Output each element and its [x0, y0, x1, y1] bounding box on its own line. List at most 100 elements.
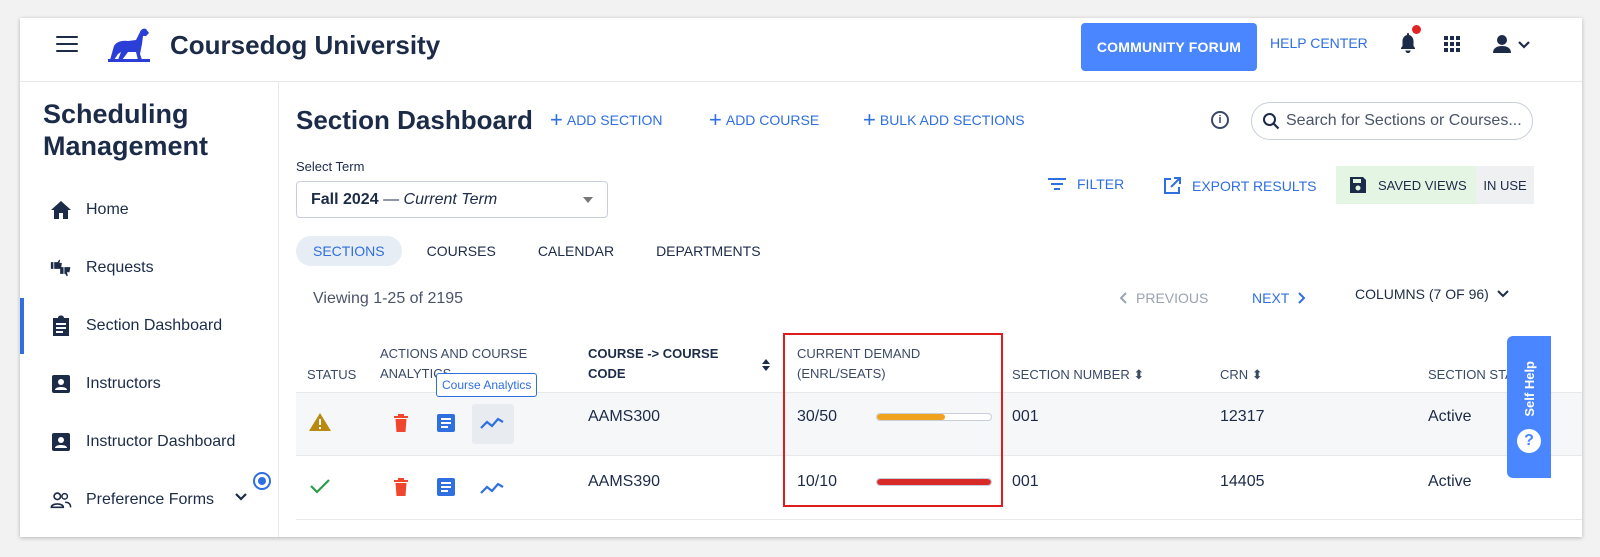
tab-courses[interactable]: COURSES: [410, 236, 513, 266]
sidebar-item-section-dashboard[interactable]: Section Dashboard: [20, 298, 278, 354]
filter-icon: [1048, 178, 1066, 190]
help-center-link[interactable]: HELP CENTER: [1270, 35, 1368, 51]
home-icon: [50, 199, 72, 221]
self-help-label: Self Help: [1521, 361, 1537, 417]
term-value: Fall 2024: [311, 190, 379, 208]
section-status: Active: [1428, 408, 1472, 425]
search-input[interactable]: Search for Sections or Courses...: [1251, 102, 1533, 140]
bulk-add-sections-button[interactable]: + BULK ADD SECTIONS: [863, 107, 1025, 132]
export-results-button[interactable]: EXPORT RESULTS: [1162, 176, 1316, 196]
tab-departments[interactable]: DEPARTMENTS: [639, 236, 778, 266]
tab-sections[interactable]: SECTIONS: [296, 236, 402, 266]
tab-calendar[interactable]: CALENDAR: [521, 236, 631, 266]
saved-views-button[interactable]: SAVED VIEWS: [1336, 166, 1476, 204]
community-forum-button[interactable]: COMMUNITY FORUM: [1081, 23, 1257, 71]
in-use-badge: IN USE: [1476, 166, 1534, 204]
sort-icon[interactable]: [761, 358, 771, 372]
document-icon[interactable]: [437, 414, 455, 432]
delete-icon[interactable]: [393, 478, 409, 496]
sidebar-item-home[interactable]: Home: [20, 182, 278, 238]
trending-icon[interactable]: [480, 416, 504, 430]
filter-button[interactable]: FILTER: [1047, 176, 1124, 192]
chevron-left-icon: [1120, 292, 1127, 304]
external-link-icon: [1164, 177, 1181, 194]
status-indicator-dot: [253, 472, 271, 490]
export-label: EXPORT RESULTS: [1192, 178, 1317, 194]
sidebar-item-label: Home: [86, 201, 129, 218]
header-section-status[interactable]: SECTION STA: [1428, 365, 1514, 385]
chevron-down-icon[interactable]: [234, 492, 248, 502]
top-bar: Coursedog University COMMUNITY FORUM HEL…: [20, 18, 1582, 82]
tabs: SECTIONS COURSES CALENDAR DEPARTMENTS: [296, 236, 786, 266]
crn: 12317: [1220, 408, 1265, 425]
previous-label: PREVIOUS: [1136, 290, 1209, 306]
save-icon: [1350, 177, 1366, 193]
chevron-down-icon: [1497, 290, 1509, 298]
demand-highlight-box: [783, 333, 1003, 507]
id-card-icon: [50, 431, 72, 453]
add-section-label: ADD SECTION: [566, 112, 663, 128]
plus-icon: +: [550, 107, 563, 132]
info-icon[interactable]: i: [1211, 111, 1229, 129]
trending-icon[interactable]: [480, 481, 504, 495]
search-placeholder: Search for Sections or Courses...: [1286, 112, 1522, 129]
document-icon[interactable]: [437, 478, 455, 496]
menu-icon[interactable]: [56, 36, 78, 54]
thumbs-icon: [50, 257, 72, 279]
sidebar-item-label: Preference Forms: [86, 491, 215, 508]
header-crn[interactable]: CRN ⬍: [1220, 365, 1263, 385]
check-icon: [310, 479, 330, 494]
clipboard-icon: [50, 315, 72, 337]
logo-dog-icon: [108, 28, 150, 62]
self-help-button[interactable]: Self Help ?: [1507, 336, 1551, 478]
sort-icon: ⬍: [1133, 367, 1145, 382]
crn: 14405: [1220, 473, 1265, 490]
sidebar-item-label: Instructors: [86, 375, 161, 392]
bulk-add-label: BULK ADD SECTIONS: [879, 112, 1025, 128]
warning-icon: [309, 413, 331, 431]
filter-label: FILTER: [1077, 176, 1125, 192]
term-suffix: — Current Term: [383, 190, 498, 208]
add-course-button[interactable]: + ADD COURSE: [709, 107, 820, 132]
sidebar: Scheduling Management Home Requests Sect…: [20, 82, 279, 537]
sidebar-item-label: Instructor Dashboard: [86, 433, 236, 450]
delete-icon[interactable]: [393, 414, 409, 432]
sidebar-item-requests[interactable]: Requests: [20, 240, 278, 296]
section-number: 001: [1012, 408, 1039, 425]
bell-icon[interactable]: [1398, 32, 1418, 54]
sidebar-item-instructors[interactable]: Instructors: [20, 356, 278, 412]
app-window: Coursedog University COMMUNITY FORUM HEL…: [20, 18, 1582, 537]
columns-label: COLUMNS (7 OF 96): [1355, 286, 1489, 302]
search-icon: [1263, 113, 1280, 130]
header-crn-label: CRN: [1220, 367, 1249, 382]
caret-down-icon: [583, 197, 593, 203]
sidebar-item-preference-forms[interactable]: Preference Forms: [20, 472, 278, 528]
app-title: Coursedog University: [170, 30, 441, 60]
next-button[interactable]: NEXT: [1252, 290, 1306, 306]
term-label: Select Term: [296, 159, 365, 174]
add-course-label: ADD COURSE: [725, 112, 820, 128]
plus-icon: +: [863, 107, 876, 132]
header-course-code[interactable]: COURSE -> COURSE CODE: [588, 344, 728, 384]
sort-icon: ⬍: [1251, 367, 1263, 382]
results-count: Viewing 1-25 of 2195: [313, 290, 464, 307]
header-section-number[interactable]: SECTION NUMBER ⬍: [1012, 365, 1144, 385]
course-code[interactable]: AAMS390: [588, 473, 660, 491]
next-label: NEXT: [1252, 290, 1290, 306]
plus-icon: +: [709, 107, 722, 132]
page-title: Section Dashboard: [296, 105, 533, 135]
id-card-icon: [50, 373, 72, 395]
term-select[interactable]: Fall 2024 — Current Term: [296, 181, 608, 218]
add-section-button[interactable]: + ADD SECTION: [550, 107, 663, 132]
apps-grid-icon[interactable]: [1443, 35, 1461, 53]
course-analytics-tooltip: Course Analytics: [436, 373, 538, 397]
course-code[interactable]: AAMS300: [588, 408, 660, 426]
columns-selector[interactable]: COLUMNS (7 OF 96): [1355, 286, 1509, 302]
previous-button[interactable]: PREVIOUS: [1120, 290, 1208, 306]
header-status[interactable]: STATUS: [307, 365, 356, 385]
sidebar-item-instructor-dashboard[interactable]: Instructor Dashboard: [20, 414, 278, 470]
user-menu-icon[interactable]: [1492, 33, 1534, 55]
question-icon: ?: [1517, 428, 1541, 453]
sidebar-item-label: Requests: [86, 259, 154, 276]
section-status: Active: [1428, 473, 1472, 490]
